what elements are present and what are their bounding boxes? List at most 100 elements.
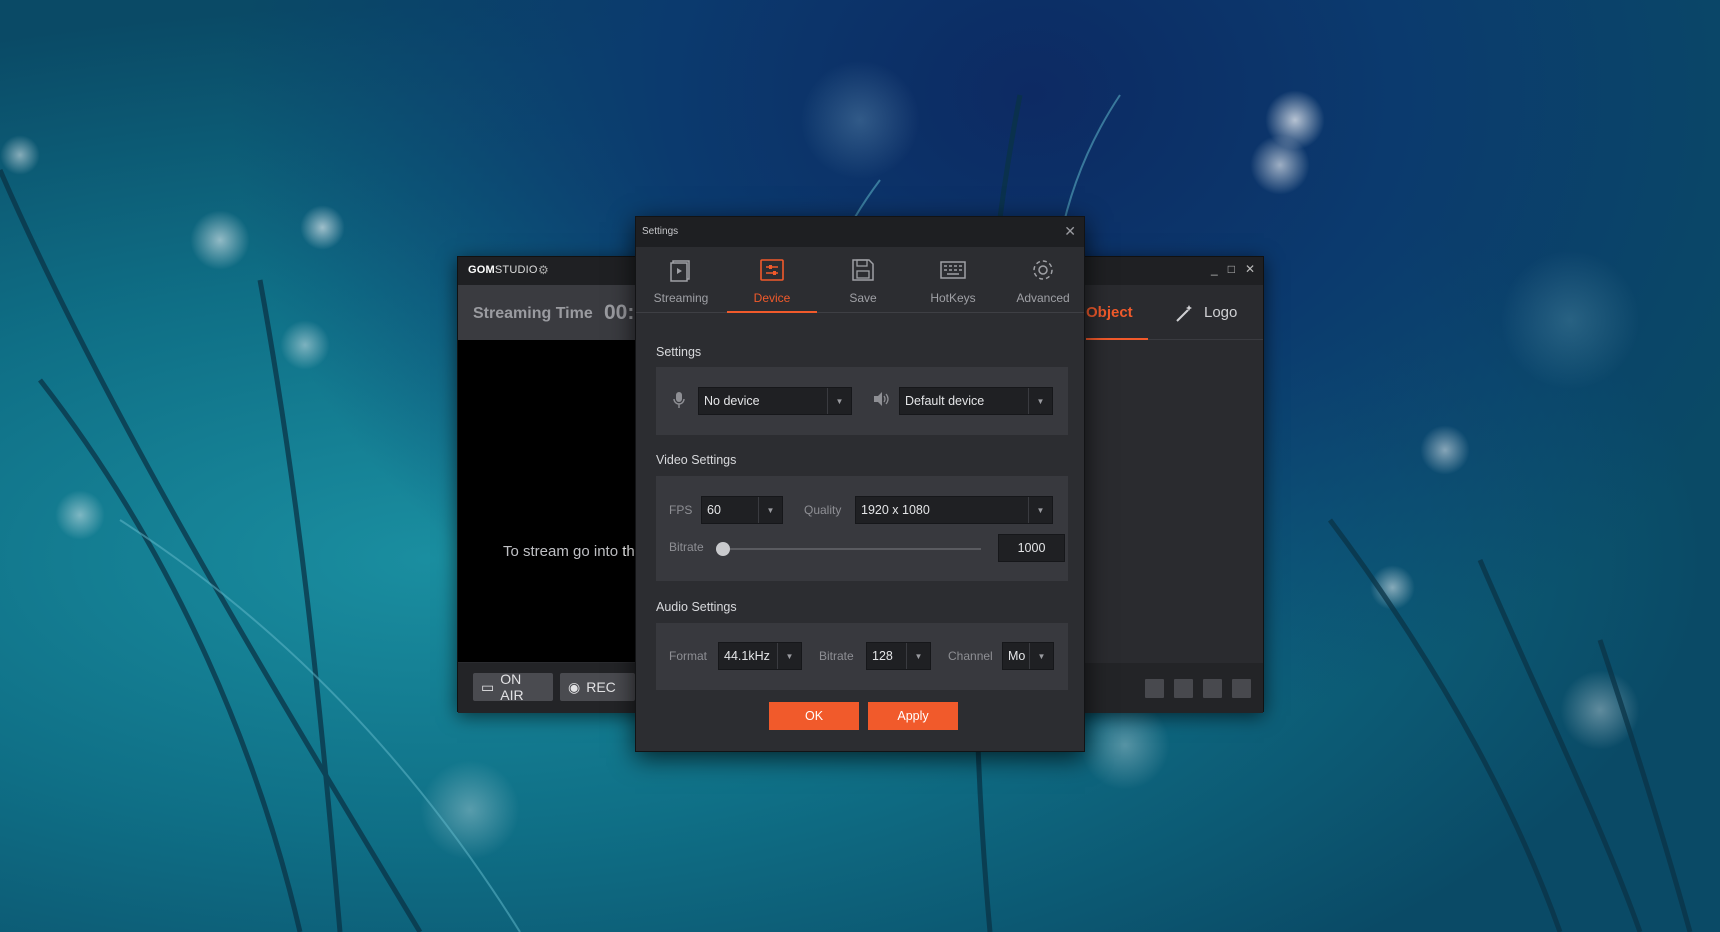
quality-select[interactable]: 1920 x 1080 ▼ bbox=[855, 496, 1053, 524]
video-bitrate-value[interactable]: 1000 bbox=[998, 534, 1065, 562]
wallpaper-bokeh bbox=[800, 60, 920, 180]
magic-wand-icon bbox=[1176, 304, 1192, 322]
close-icon[interactable]: ✕ bbox=[1064, 223, 1076, 240]
streaming-time-label: Streaming Time bbox=[473, 305, 593, 322]
tv-icon: ▭ bbox=[481, 678, 495, 695]
fps-select[interactable]: 60 ▼ bbox=[701, 496, 783, 524]
wallpaper-bokeh bbox=[1250, 135, 1310, 195]
logo-product: STUDIO bbox=[494, 264, 538, 276]
chevron-down-icon: ▼ bbox=[777, 643, 801, 669]
chevron-down-icon: ▼ bbox=[1029, 643, 1053, 669]
wallpaper-bokeh bbox=[280, 320, 330, 370]
save-icon bbox=[852, 259, 874, 281]
move-up-button[interactable] bbox=[1174, 679, 1193, 698]
tab-logo[interactable]: Logo bbox=[1174, 285, 1237, 340]
format-select[interactable]: 44.1kHz ▼ bbox=[718, 642, 802, 670]
tab-save[interactable]: Save bbox=[818, 247, 908, 313]
chevron-down-icon: ▼ bbox=[827, 388, 851, 414]
wallpaper-bokeh bbox=[190, 210, 250, 270]
audio-bitrate-select-value: 128 bbox=[872, 649, 893, 663]
preview-area: To stream go into th bbox=[458, 340, 638, 662]
advanced-gear-icon bbox=[1033, 260, 1053, 280]
move-down-button[interactable] bbox=[1203, 679, 1222, 698]
video-bitrate-label: Bitrate bbox=[669, 540, 704, 554]
tab-advanced[interactable]: Advanced bbox=[998, 247, 1088, 313]
microphone-icon bbox=[673, 392, 685, 408]
gear-icon[interactable]: ⚙ bbox=[538, 263, 549, 277]
video-bitrate-slider[interactable] bbox=[716, 548, 981, 550]
source-panel bbox=[1086, 341, 1263, 663]
settings-dialog: Settings ✕ Streaming Device Save HotKeys… bbox=[635, 216, 1085, 752]
tab-device-label: Device bbox=[753, 291, 791, 305]
wallpaper-bokeh bbox=[55, 490, 105, 540]
wallpaper-bokeh bbox=[420, 760, 520, 860]
hotkeys-icon bbox=[940, 261, 966, 279]
tab-advanced-label: Advanced bbox=[1016, 291, 1070, 305]
wallpaper-bokeh bbox=[1080, 700, 1170, 790]
move-top-button[interactable] bbox=[1145, 679, 1164, 698]
chevron-down-icon: ▼ bbox=[1028, 388, 1052, 414]
speaker-icon bbox=[874, 392, 889, 406]
wallpaper-bokeh bbox=[1265, 90, 1325, 150]
tab-device[interactable]: Device bbox=[727, 247, 817, 313]
device-icon bbox=[760, 259, 784, 281]
video-settings-heading: Video Settings bbox=[656, 453, 737, 467]
speaker-select[interactable]: Default device ▼ bbox=[899, 387, 1053, 415]
channel-label: Channel bbox=[948, 649, 993, 663]
settings-tabs: Streaming Device Save HotKeys Advanced bbox=[636, 247, 1084, 313]
chevron-down-icon: ▼ bbox=[1028, 497, 1052, 523]
minimize-icon[interactable]: _ bbox=[1211, 262, 1218, 276]
layer-order-buttons bbox=[1145, 679, 1251, 698]
quality-select-value: 1920 x 1080 bbox=[861, 503, 930, 517]
ok-button[interactable]: OK bbox=[769, 702, 859, 730]
dialog-title: Settings bbox=[642, 226, 679, 237]
tab-object[interactable]: Object bbox=[1086, 285, 1148, 340]
fps-select-value: 60 bbox=[707, 503, 721, 517]
source-tabs: Object Logo bbox=[1086, 285, 1263, 340]
channel-select[interactable]: Mo ▼ bbox=[1002, 642, 1054, 670]
video-bitrate-slider-handle[interactable] bbox=[716, 542, 730, 556]
microphone-select[interactable]: No device ▼ bbox=[698, 387, 852, 415]
fps-label: FPS bbox=[669, 503, 693, 517]
rec-button[interactable]: ◉ REC bbox=[560, 673, 635, 701]
format-select-value: 44.1kHz bbox=[724, 649, 770, 663]
video-settings-panel: FPS 60 ▼ Quality 1920 x 1080 ▼ Bitrate 1… bbox=[656, 476, 1068, 581]
window-controls: _ □ ✕ bbox=[1211, 262, 1255, 276]
audio-settings-heading: Audio Settings bbox=[656, 600, 737, 614]
tab-hotkeys[interactable]: HotKeys bbox=[908, 247, 998, 313]
apply-button[interactable]: Apply bbox=[868, 702, 958, 730]
preview-hint-cont: th bbox=[622, 543, 635, 560]
audio-settings-panel: Format 44.1kHz ▼ Bitrate 128 ▼ Channel M… bbox=[656, 623, 1068, 690]
dialog-titlebar: Settings ✕ bbox=[636, 217, 1084, 247]
tab-streaming-label: Streaming bbox=[653, 291, 709, 305]
format-label: Format bbox=[669, 649, 708, 663]
close-icon[interactable]: ✕ bbox=[1245, 262, 1255, 276]
streaming-time-value: 00: bbox=[604, 301, 635, 324]
quality-label: Quality bbox=[804, 503, 842, 517]
move-bottom-button[interactable] bbox=[1232, 679, 1251, 698]
wallpaper-bokeh bbox=[1420, 425, 1470, 475]
on-air-button[interactable]: ▭ ON AIR bbox=[473, 671, 553, 703]
speaker-select-value: Default device bbox=[905, 394, 985, 408]
microphone-select-value: No device bbox=[704, 394, 760, 408]
chevron-down-icon: ▼ bbox=[906, 643, 930, 669]
maximize-icon[interactable]: □ bbox=[1228, 262, 1235, 276]
tab-streaming[interactable]: Streaming bbox=[636, 247, 726, 313]
app-logo: GOMSTUDIO bbox=[468, 264, 538, 276]
preview-hint: To stream go into th bbox=[503, 543, 635, 560]
streaming-time-bar: Streaming Time 00: bbox=[458, 285, 638, 340]
audio-bitrate-select[interactable]: 128 ▼ bbox=[866, 642, 931, 670]
wallpaper-bokeh bbox=[1370, 565, 1415, 610]
tab-save-label: Save bbox=[849, 291, 877, 305]
rec-label: REC bbox=[586, 679, 616, 695]
wallpaper-bokeh bbox=[300, 205, 345, 250]
streaming-icon bbox=[670, 260, 690, 282]
channel-select-value: Mo bbox=[1008, 649, 1026, 663]
tab-logo-label: Logo bbox=[1204, 304, 1238, 321]
wallpaper-bokeh bbox=[0, 135, 40, 175]
settings-heading: Settings bbox=[656, 345, 702, 359]
chevron-down-icon: ▼ bbox=[758, 497, 782, 523]
preview-hint-text: To stream go into bbox=[503, 543, 623, 560]
audio-bitrate-label: Bitrate bbox=[819, 649, 854, 663]
wallpaper-bokeh bbox=[1500, 250, 1640, 390]
